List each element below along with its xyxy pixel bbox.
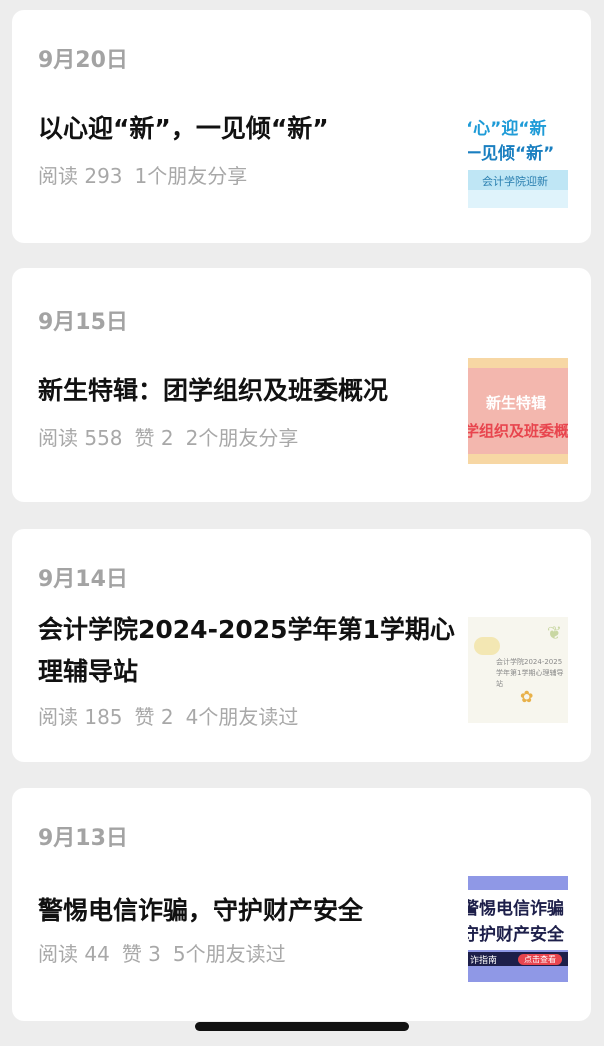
read-count: 阅读 558 — [38, 426, 123, 450]
thumbnail-text: 守护财产安全 — [468, 925, 564, 945]
thumbnail-text: 诈指南 — [470, 956, 498, 966]
cloud-icon — [474, 637, 500, 655]
thumbnail-text: 一见倾“新” — [468, 144, 555, 164]
social-note: 5个朋友读过 — [172, 942, 286, 966]
article-meta: 阅读 44 赞 3 5个朋友读过 — [38, 938, 298, 967]
article-date: 9月20日 — [38, 48, 128, 73]
article-card[interactable]: 9月14日 会计学院2024-2025学年第1学期心理辅导站 阅读 185 赞 2… — [12, 529, 591, 762]
thumbnail-border — [468, 358, 568, 368]
social-note: 2个朋友分享 — [185, 426, 299, 450]
like-count: 赞 3 — [121, 942, 161, 966]
social-note: 1个朋友分享 — [134, 164, 248, 188]
article-card[interactable]: 9月15日 新生特辑：团学组织及班委概况 阅读 558 赞 2 2个朋友分享 新生特… — [12, 268, 591, 502]
social-note: 4个朋友读过 — [185, 705, 299, 729]
article-thumbnail[interactable]: 警惕电信诈骗 守护财产安全 诈指南 点击查看 — [468, 876, 568, 982]
like-count: 赞 2 — [134, 705, 174, 729]
read-count: 阅读 44 — [38, 942, 110, 966]
thumbnail-button: 点击查看 — [518, 954, 562, 965]
thumbnail-text: 新生特辑 — [486, 394, 547, 412]
thumbnail-text: 学组织及班委概 — [468, 422, 568, 440]
thumbnail-text: 警惕电信诈骗 — [468, 899, 564, 919]
article-title[interactable]: 以心迎“新”，一见倾“新” — [38, 108, 458, 150]
article-meta: 阅读 293 1个朋友分享 — [38, 160, 259, 189]
like-count: 赞 2 — [134, 426, 174, 450]
article-date: 9月13日 — [38, 826, 128, 851]
thumbnail-border — [468, 454, 568, 464]
article-card[interactable]: 9月13日 警惕电信诈骗，守护财产安全 阅读 44 赞 3 5个朋友读过 警惕电信诈… — [12, 788, 591, 1021]
thumbnail-band: 会计学院迎新 — [468, 170, 568, 192]
article-thumbnail[interactable]: 新生特辑 学组织及班委概 — [468, 358, 568, 464]
home-indicator[interactable] — [195, 1022, 409, 1031]
article-date: 9月15日 — [38, 310, 128, 335]
article-meta: 阅读 558 赞 2 2个朋友分享 — [38, 422, 310, 451]
read-count: 阅读 293 — [38, 164, 123, 188]
article-date: 9月14日 — [38, 567, 128, 592]
read-count: 阅读 185 — [38, 705, 123, 729]
thumbnail-text: 会计学院2024-2025学年第1学期心理辅导站 — [496, 658, 564, 688]
article-card[interactable]: 9月20日 以心迎“新”，一见倾“新” 阅读 293 1个朋友分享 “心”迎“新 … — [12, 10, 591, 243]
thumbnail-wave — [468, 190, 568, 208]
article-title[interactable]: 警惕电信诈骗，守护财产安全 — [38, 890, 458, 932]
article-title[interactable]: 会计学院2024-2025学年第1学期心理辅导站 — [38, 609, 458, 693]
thumbnail-text: “心”迎“新 — [468, 119, 547, 139]
article-meta: 阅读 185 赞 2 4个朋友读过 — [38, 701, 310, 730]
article-thumbnail[interactable]: “心”迎“新 一见倾“新” 会计学院迎新 — [468, 102, 568, 208]
article-thumbnail[interactable]: ❦ 会计学院2024-2025学年第1学期心理辅导站 ✿ — [468, 617, 568, 723]
thumbnail-text: 会计学院迎新 — [482, 175, 548, 188]
leaf-icon: ❦ — [546, 623, 562, 644]
flower-icon: ✿ — [520, 687, 534, 706]
article-title[interactable]: 新生特辑：团学组织及班委概况 — [38, 370, 458, 412]
